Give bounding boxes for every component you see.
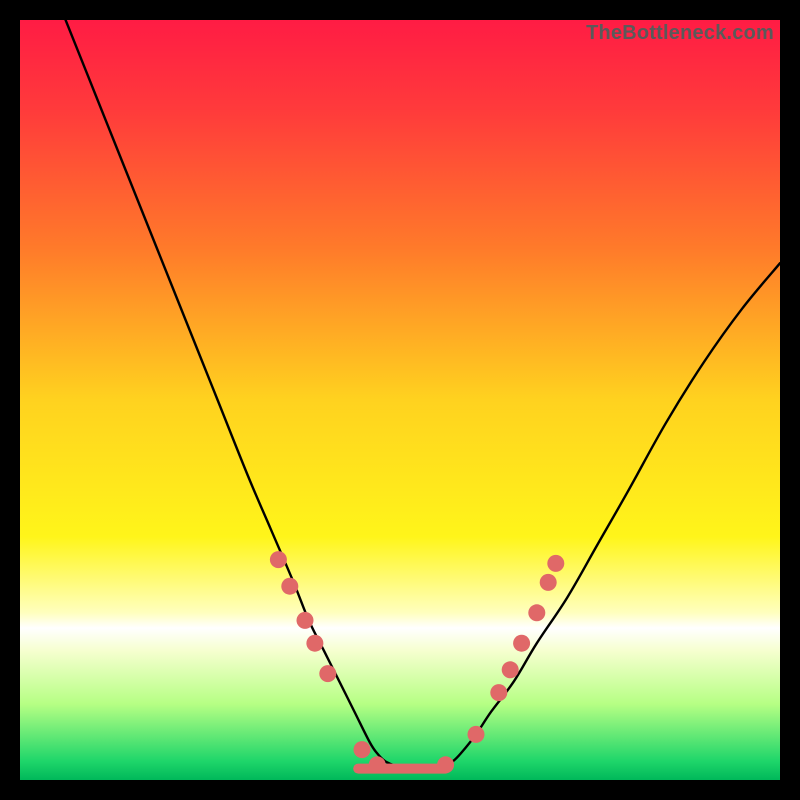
dot-left-dots bbox=[354, 741, 371, 758]
dot-right-dots bbox=[528, 604, 545, 621]
gradient-background bbox=[20, 20, 780, 780]
dot-right-dots bbox=[540, 574, 557, 591]
dot-left-dots bbox=[369, 756, 386, 773]
dot-left-dots bbox=[297, 612, 314, 629]
chart-frame: TheBottleneck.com bbox=[20, 20, 780, 780]
watermark-text: TheBottleneck.com bbox=[586, 22, 774, 45]
dot-left-dots bbox=[270, 551, 287, 568]
dot-right-dots bbox=[437, 756, 454, 773]
dot-right-dots bbox=[490, 684, 507, 701]
dot-right-dots bbox=[468, 726, 485, 743]
bottleneck-chart bbox=[20, 20, 780, 780]
dot-left-dots bbox=[281, 578, 298, 595]
dot-right-dots bbox=[547, 555, 564, 572]
dot-right-dots bbox=[513, 635, 530, 652]
dot-left-dots bbox=[319, 665, 336, 682]
dot-left-dots bbox=[306, 635, 323, 652]
dot-right-dots bbox=[502, 661, 519, 678]
